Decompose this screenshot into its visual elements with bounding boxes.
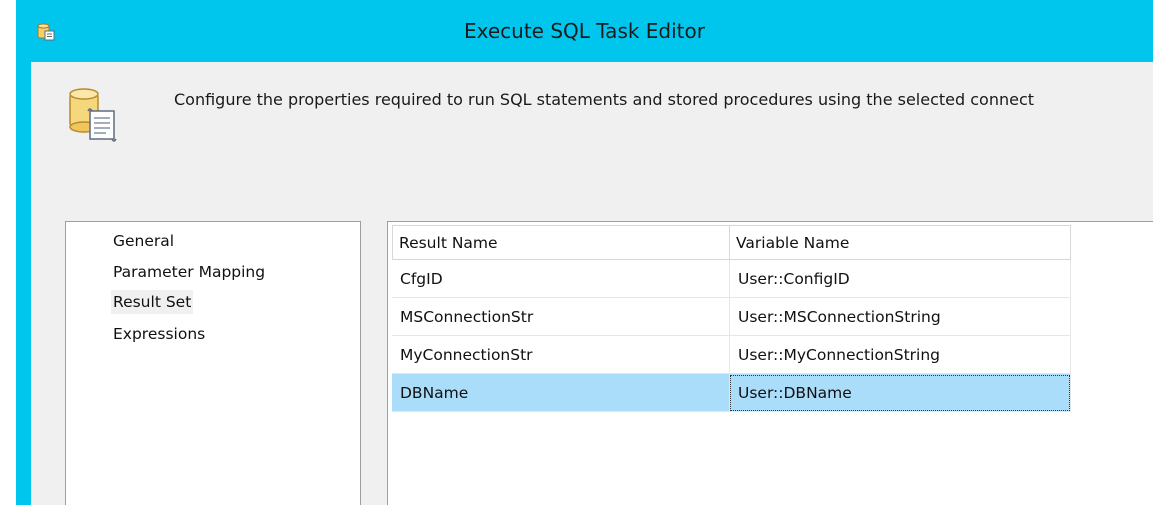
dialog-client-area: Configure the properties required to run… xyxy=(31,62,1153,505)
variable-name-cell[interactable]: User::DBName xyxy=(729,374,1071,412)
nav-item-expressions[interactable]: Expressions xyxy=(111,322,207,346)
result-name-cell[interactable]: MSConnectionStr xyxy=(392,298,730,336)
window-left-frame xyxy=(16,0,31,505)
table-row-selected[interactable]: DBName User::DBName xyxy=(392,374,1071,412)
nav-item-result-set[interactable]: Result Set xyxy=(111,290,194,314)
result-name-cell[interactable]: DBName xyxy=(392,374,730,412)
variable-name-cell[interactable]: User::ConfigID xyxy=(729,260,1071,298)
variable-name-cell[interactable]: User::MSConnectionString xyxy=(729,298,1071,336)
nav-panel: General Parameter Mapping Result Set Exp… xyxy=(65,221,361,505)
column-header-variable-name[interactable]: Variable Name xyxy=(729,225,1071,260)
result-name-cell[interactable]: MyConnectionStr xyxy=(392,336,730,374)
database-scroll-icon xyxy=(69,88,117,142)
nav-item-parameter-mapping[interactable]: Parameter Mapping xyxy=(111,260,267,284)
column-header-result-name[interactable]: Result Name xyxy=(392,225,730,260)
result-set-grid: Result Name Variable Name CfgID User::Co… xyxy=(392,225,1071,412)
nav-item-general[interactable]: General xyxy=(111,229,176,253)
result-set-panel: Result Name Variable Name CfgID User::Co… xyxy=(387,221,1153,505)
variable-name-cell[interactable]: User::MyConnectionString xyxy=(729,336,1071,374)
table-row[interactable]: MyConnectionStr User::MyConnectionString xyxy=(392,336,1071,374)
grid-header: Result Name Variable Name xyxy=(392,225,1071,260)
table-row[interactable]: MSConnectionStr User::MSConnectionString xyxy=(392,298,1071,336)
execute-sql-task-editor-window: Execute SQL Task Editor Configure the pr… xyxy=(0,0,1153,505)
result-name-cell[interactable]: CfgID xyxy=(392,260,730,298)
dialog-description: Configure the properties required to run… xyxy=(174,90,1035,109)
table-row[interactable]: CfgID User::ConfigID xyxy=(392,260,1071,298)
window-title: Execute SQL Task Editor xyxy=(464,19,705,43)
title-bar[interactable]: Execute SQL Task Editor xyxy=(16,0,1153,62)
